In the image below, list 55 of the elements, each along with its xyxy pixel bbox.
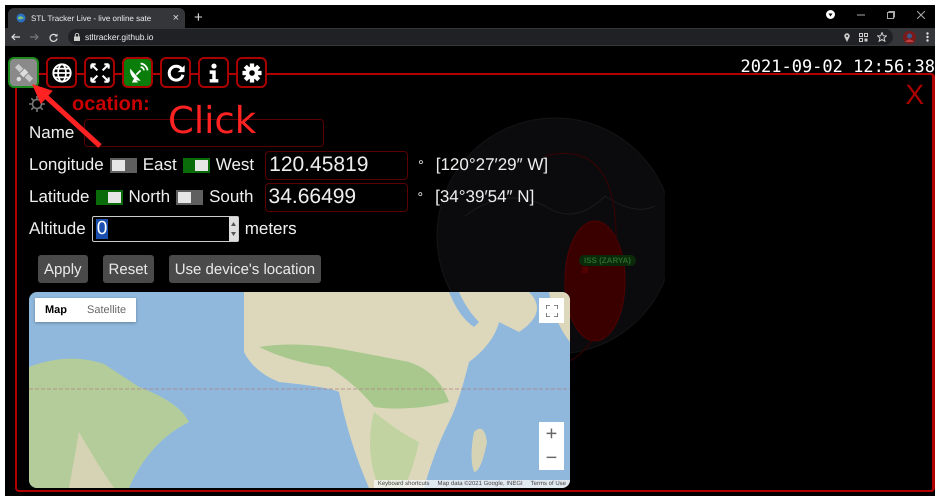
unit-label: meters (244, 219, 297, 239)
toggle-switch[interactable] (96, 190, 122, 204)
toggle-switch[interactable] (176, 190, 204, 204)
address-bar[interactable]: stltracker.github.io (68, 29, 893, 45)
tab-title: STL Tracker Live - live online sate (31, 14, 152, 22)
settings-icon[interactable] (29, 96, 45, 112)
clock-text: 2021-09-02 12:56:38 (740, 57, 935, 77)
globe-button[interactable] (46, 57, 77, 88)
action-button[interactable]: Apply (38, 255, 88, 283)
location-pin-icon[interactable] (844, 32, 850, 42)
panel-heading: ocation: (72, 92, 150, 116)
satellite-button[interactable] (8, 57, 39, 88)
field-label: Altitude (29, 219, 86, 239)
fullscreen-button[interactable] (84, 57, 115, 88)
lock-icon (74, 33, 80, 41)
map-type-tab[interactable]: Map (35, 298, 77, 322)
coordinate-field[interactable]: 120.45819 (265, 150, 408, 180)
field-label: Name (29, 123, 74, 143)
url-text: stltracker.github.io (85, 32, 154, 42)
close-tab-button[interactable]: × (172, 12, 179, 24)
unit-label: ° (418, 157, 424, 173)
field-label: Longitude (29, 155, 104, 175)
altitude-field[interactable]: 0 (92, 216, 239, 242)
star-icon[interactable] (877, 32, 887, 42)
qr-code-icon[interactable] (859, 32, 868, 42)
toggle-switch[interactable] (182, 158, 210, 172)
profile-menu-icon[interactable] (826, 10, 835, 19)
close-icon[interactable] (917, 10, 925, 18)
browser-tab[interactable]: STL Tracker Live - live online sate × (8, 8, 185, 28)
option-label: West (216, 155, 254, 175)
option-label: East (142, 155, 177, 175)
forward-icon[interactable] (30, 33, 39, 41)
map-type-tab[interactable]: Satellite (77, 298, 136, 322)
action-button[interactable]: Use device's location (168, 255, 322, 283)
option-label: South (209, 187, 254, 207)
refresh-button[interactable] (160, 57, 191, 88)
settings-button[interactable] (236, 57, 267, 88)
restore-icon[interactable] (887, 10, 895, 18)
dms-text: [120°27′29″ W] (436, 155, 548, 175)
fullscreen-icon (546, 304, 558, 316)
toggle-switch[interactable] (110, 158, 137, 172)
field-label: Latitude (29, 187, 90, 207)
info-button[interactable] (198, 57, 229, 88)
more-menu-icon[interactable] (926, 32, 929, 42)
coordinate-field[interactable]: 34.66499 (264, 182, 408, 212)
annotation-text: Click (168, 99, 256, 142)
globe-icon (16, 13, 26, 23)
option-label: North (128, 187, 170, 207)
unit-label: ° (418, 189, 424, 205)
dms-text: [34°39′54″ N] (435, 187, 534, 207)
reload-icon[interactable] (49, 32, 58, 42)
action-button[interactable]: Reset (102, 255, 154, 283)
new-tab-button[interactable]: + (194, 9, 203, 26)
back-icon[interactable] (11, 33, 20, 41)
satellite-dish-button[interactable] (122, 57, 153, 88)
